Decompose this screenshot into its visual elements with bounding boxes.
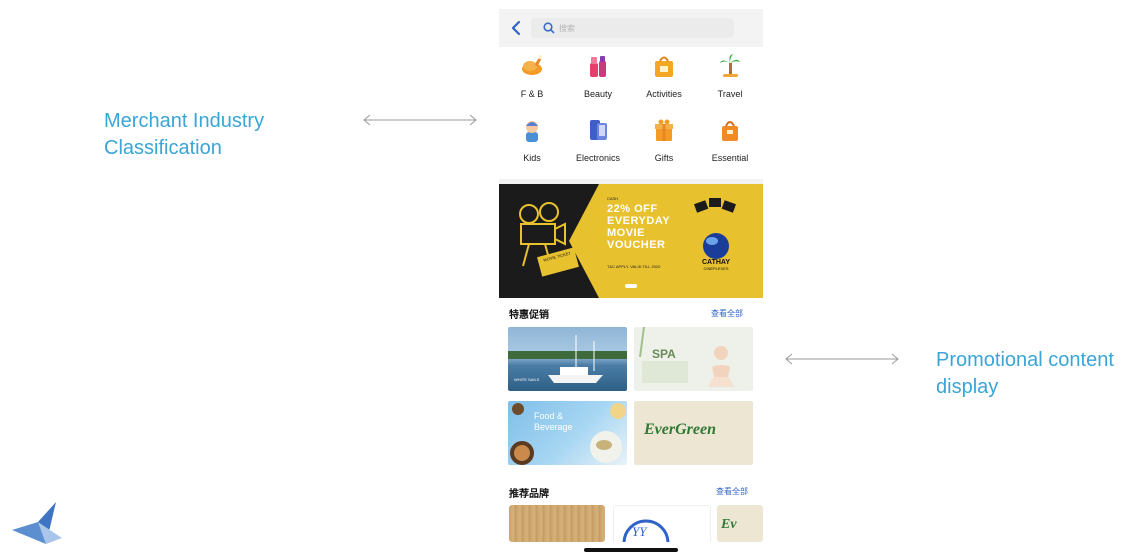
banner-small-text: CASH bbox=[607, 196, 619, 201]
category-fb[interactable]: F & B bbox=[499, 51, 565, 111]
promo-banner[interactable]: CASH 22% OFF EVERYDAY MOVIE VOUCHER T&C … bbox=[499, 184, 763, 298]
cosmetics-icon bbox=[585, 53, 611, 79]
cathay-brand-text: CATHAY CINEPLEXES bbox=[689, 259, 743, 271]
back-arrow-icon[interactable] bbox=[509, 18, 523, 38]
search-bar bbox=[499, 9, 763, 47]
promo-see-all-link[interactable]: 查看全部 bbox=[711, 308, 743, 319]
spa-promo[interactable]: SPA bbox=[634, 327, 753, 391]
search-input[interactable] bbox=[559, 21, 719, 35]
yy-brand[interactable]: YY bbox=[613, 505, 711, 542]
food-beverage-promo[interactable]: Food & Beverage bbox=[508, 401, 627, 465]
wood-brand[interactable] bbox=[509, 505, 605, 542]
ticket-bag-icon bbox=[651, 53, 677, 79]
shopping-bag-icon bbox=[717, 117, 743, 143]
palm-tree-icon bbox=[717, 53, 743, 79]
category-grid: F & B Beauty Activities Travel Kids Elec… bbox=[499, 51, 763, 179]
category-beauty[interactable]: Beauty bbox=[565, 51, 631, 111]
merchant-line-2: Classification bbox=[104, 137, 222, 159]
gift-box-icon bbox=[651, 117, 677, 143]
category-activities[interactable]: Activities bbox=[631, 51, 697, 111]
banner-headline: 22% OFF EVERYDAY MOVIE VOUCHER bbox=[607, 203, 670, 251]
category-label: Electronics bbox=[575, 153, 620, 163]
yy-caption: YY bbox=[632, 524, 647, 539]
search-box[interactable] bbox=[531, 18, 734, 38]
banner-subtext: T&C APPLY. VALID TILL 2020 bbox=[607, 264, 661, 269]
merchant-industry-annotation: Merchant Industry Classification bbox=[104, 108, 334, 162]
home-indicator bbox=[584, 548, 678, 552]
food-caption: Food & Beverage bbox=[534, 411, 573, 432]
brand-section-title: 推荐品牌 bbox=[509, 489, 549, 500]
category-label: Activities bbox=[646, 89, 682, 99]
category-label: Gifts bbox=[654, 153, 674, 163]
search-icon bbox=[542, 21, 556, 35]
cathay-sub: CINEPLEXES bbox=[703, 266, 729, 271]
kid-icon bbox=[519, 117, 545, 143]
spa-caption: SPA bbox=[652, 347, 676, 361]
category-label: Essential bbox=[711, 153, 749, 163]
evergreen-brand[interactable]: Ev bbox=[717, 505, 763, 542]
category-travel[interactable]: Travel bbox=[697, 51, 763, 111]
roast-chicken-icon bbox=[519, 53, 545, 79]
category-label: Travel bbox=[717, 89, 743, 99]
evergreen-caption: EverGreen bbox=[644, 421, 716, 438]
yacht-promo[interactable]: WHITE SAILS bbox=[508, 327, 627, 391]
promo-line-1: Promotional content bbox=[936, 349, 1114, 371]
brand-see-all-link[interactable]: 查看全部 bbox=[716, 486, 748, 497]
double-arrow-left bbox=[362, 113, 478, 127]
carousel-indicator[interactable] bbox=[625, 284, 637, 288]
evergreen-promo[interactable]: EverGreen bbox=[634, 401, 753, 465]
promo-section-title: 特惠促销 bbox=[509, 310, 549, 321]
category-electronics[interactable]: Electronics bbox=[565, 115, 631, 175]
cathay-name: CATHAY bbox=[701, 259, 730, 266]
category-gifts[interactable]: Gifts bbox=[631, 115, 697, 175]
category-label: Kids bbox=[523, 153, 541, 163]
evergreen-brand-caption: Ev bbox=[721, 517, 737, 532]
yy-logo-icon bbox=[622, 519, 670, 542]
promo-line-2: display bbox=[936, 376, 999, 398]
merchant-line-1: Merchant Industry bbox=[104, 110, 265, 132]
yacht-caption: WHITE SAILS bbox=[514, 377, 540, 382]
category-label: F & B bbox=[520, 89, 544, 99]
category-essential[interactable]: Essential bbox=[697, 115, 763, 175]
category-label: Beauty bbox=[583, 89, 613, 99]
double-arrow-right bbox=[784, 352, 900, 366]
origami-logo-icon bbox=[10, 500, 64, 548]
phone-icon bbox=[585, 117, 611, 143]
phone-screen: F & B Beauty Activities Travel Kids bbox=[499, 9, 763, 542]
category-kids[interactable]: Kids bbox=[499, 115, 565, 175]
promotional-content-annotation: Promotional content display bbox=[936, 347, 1141, 401]
